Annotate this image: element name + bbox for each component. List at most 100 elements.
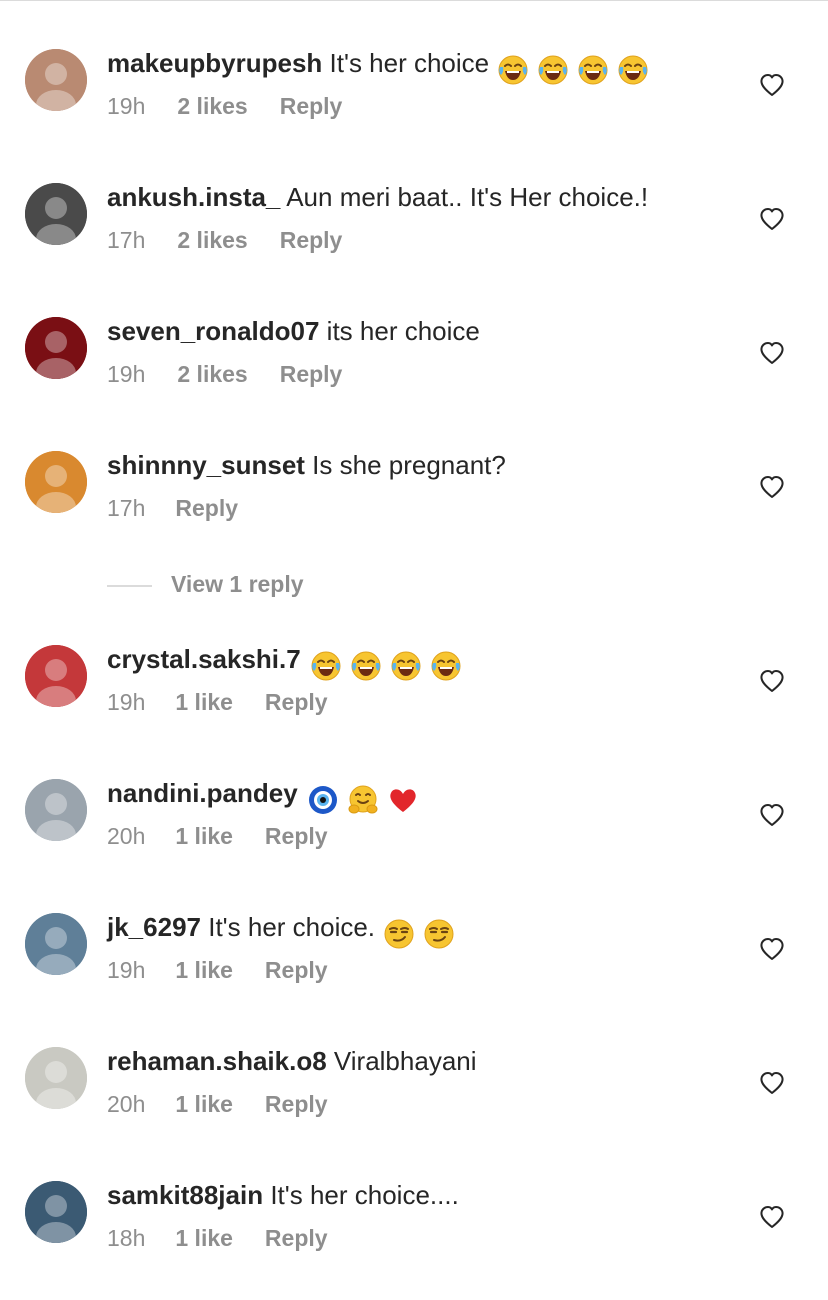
comment-meta: 19h 2 likes Reply <box>107 92 342 120</box>
comment-body: seven_ronaldo07 its her choice <box>107 316 727 346</box>
smirk-emoji-icon <box>383 918 415 950</box>
avatar[interactable] <box>25 183 87 245</box>
comment-emojis <box>383 918 463 950</box>
comment-row: ankush.insta_ Aun meri baat.. It's Her c… <box>0 182 828 302</box>
comment-row: jk_6297 It's her choice. 19h 1 like Reply <box>0 912 828 1032</box>
reply-button[interactable]: Reply <box>280 226 343 254</box>
comment-username[interactable]: samkit88jain <box>107 1180 263 1210</box>
avatar[interactable] <box>25 49 87 111</box>
nazar-amulet-emoji-icon <box>307 784 339 816</box>
comment-likes-count[interactable]: 2 likes <box>177 226 247 254</box>
comment-emojis <box>307 784 427 816</box>
red-heart-emoji-icon <box>387 784 419 816</box>
reply-button[interactable]: Reply <box>265 1224 328 1252</box>
reply-button[interactable]: Reply <box>175 494 238 522</box>
comment-likes-count[interactable]: 1 like <box>175 1224 233 1252</box>
comment-timestamp: 19h <box>107 93 146 119</box>
top-divider <box>0 0 828 1</box>
like-heart-icon[interactable] <box>759 341 785 365</box>
like-heart-icon[interactable] <box>759 475 785 499</box>
avatar[interactable] <box>25 645 87 707</box>
comment-timestamp: 19h <box>107 361 146 387</box>
comment-text: It's her choice <box>329 48 490 78</box>
comment-likes-count[interactable]: 2 likes <box>177 92 247 120</box>
comment-text: Viralbhayani <box>333 1046 477 1076</box>
comment-likes-count[interactable]: 1 like <box>175 822 233 850</box>
comment-body: rehaman.shaik.o8 Viralbhayani <box>107 1046 727 1076</box>
avatar[interactable] <box>25 1047 87 1109</box>
comment-likes-count[interactable]: 1 like <box>175 956 233 984</box>
avatar[interactable] <box>25 913 87 975</box>
comment-text: its her choice <box>326 316 480 346</box>
like-heart-icon[interactable] <box>759 73 785 97</box>
comment-meta: 19h 1 like Reply <box>107 688 328 716</box>
comment-username[interactable]: makeupbyrupesh <box>107 48 322 78</box>
comment-text: It's her choice. <box>208 912 376 942</box>
like-heart-icon[interactable] <box>759 937 785 961</box>
comment-row: seven_ronaldo07 its her choice 19h 2 likes… <box>0 316 828 436</box>
comment-timestamp: 20h <box>107 823 146 849</box>
like-heart-icon[interactable] <box>759 1205 785 1229</box>
reply-button[interactable]: Reply <box>265 688 328 716</box>
like-heart-icon[interactable] <box>759 803 785 827</box>
comment-row: makeupbyrupesh It's her choice 19h 2 likes… <box>0 48 828 168</box>
comment-username[interactable]: shinnny_sunset <box>107 450 305 480</box>
comment-text: It's her choice.... <box>270 1180 459 1210</box>
comment-timestamp: 17h <box>107 495 146 521</box>
joy-emoji-icon <box>310 650 342 682</box>
joy-emoji-icon <box>537 54 569 86</box>
like-heart-icon[interactable] <box>759 207 785 231</box>
comment-username[interactable]: crystal.sakshi.7 <box>107 644 301 674</box>
reply-button[interactable]: Reply <box>265 1090 328 1118</box>
comment-meta: 17h 2 likes Reply <box>107 226 342 254</box>
comment-username[interactable]: rehaman.shaik.o8 <box>107 1046 327 1076</box>
comment-username[interactable]: ankush.insta_ <box>107 182 280 212</box>
view-replies-link[interactable]: View 1 reply <box>107 568 304 600</box>
like-heart-icon[interactable] <box>759 669 785 693</box>
comment-body: samkit88jain It's her choice.... <box>107 1180 727 1210</box>
comment-username[interactable]: seven_ronaldo07 <box>107 316 319 346</box>
comment-meta: 19h 2 likes Reply <box>107 360 342 388</box>
comment-timestamp: 19h <box>107 957 146 983</box>
smirk-emoji-icon <box>423 918 455 950</box>
comment-timestamp: 19h <box>107 689 146 715</box>
comment-meta: 20h 1 like Reply <box>107 1090 328 1118</box>
avatar[interactable] <box>25 1181 87 1243</box>
like-heart-icon[interactable] <box>759 1071 785 1095</box>
joy-emoji-icon <box>497 54 529 86</box>
comment-username[interactable]: nandini.pandey <box>107 778 298 808</box>
reply-button[interactable]: Reply <box>280 92 343 120</box>
avatar[interactable] <box>25 317 87 379</box>
reply-button[interactable]: Reply <box>280 360 343 388</box>
comment-meta: 18h 1 like Reply <box>107 1224 328 1252</box>
comment-text: Aun meri baat.. It's Her choice.! <box>286 182 649 212</box>
comment-body: makeupbyrupesh It's her choice <box>107 48 727 86</box>
comment-row: crystal.sakshi.7 19h 1 like Reply <box>0 644 828 764</box>
joy-emoji-icon <box>350 650 382 682</box>
avatar[interactable] <box>25 451 87 513</box>
comment-body: crystal.sakshi.7 <box>107 644 727 682</box>
view-replies-label: View 1 reply <box>171 571 304 597</box>
reply-button[interactable]: Reply <box>265 956 328 984</box>
comment-body: jk_6297 It's her choice. <box>107 912 727 950</box>
comment-emojis <box>310 650 470 682</box>
comment-likes-count[interactable]: 1 like <box>175 1090 233 1118</box>
comment-timestamp: 17h <box>107 227 146 253</box>
joy-emoji-icon <box>617 54 649 86</box>
comment-likes-count[interactable]: 2 likes <box>177 360 247 388</box>
comment-meta: 20h 1 like Reply <box>107 822 328 850</box>
comment-row: samkit88jain It's her choice.... 18h 1 lik… <box>0 1180 828 1300</box>
comment-likes-count[interactable]: 1 like <box>175 688 233 716</box>
joy-emoji-icon <box>430 650 462 682</box>
comment-username[interactable]: jk_6297 <box>107 912 201 942</box>
comment-meta: 19h 1 like Reply <box>107 956 328 984</box>
reply-button[interactable]: Reply <box>265 822 328 850</box>
comment-row: nandini.pandey 20h 1 like Reply <box>0 778 828 898</box>
avatar[interactable] <box>25 779 87 841</box>
joy-emoji-icon <box>390 650 422 682</box>
comment-meta: 17h Reply <box>107 494 238 522</box>
comment-emojis <box>497 54 657 86</box>
joy-emoji-icon <box>577 54 609 86</box>
comment-text: Is she pregnant? <box>312 450 506 480</box>
hug-emoji-icon <box>347 784 379 816</box>
